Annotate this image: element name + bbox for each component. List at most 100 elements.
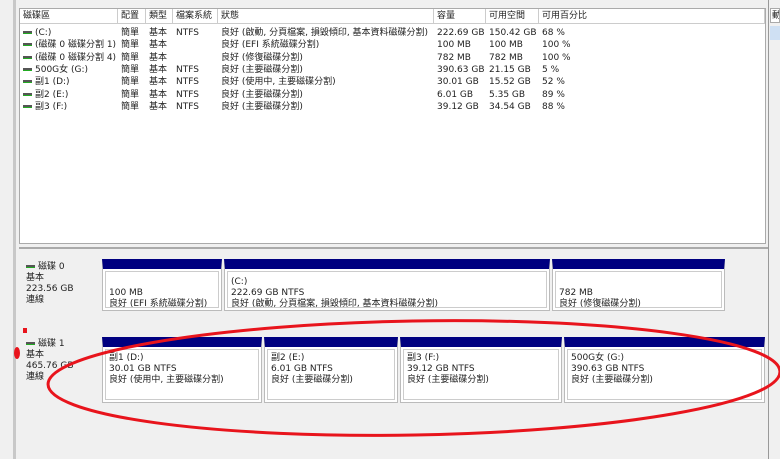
volume-icon xyxy=(23,104,32,108)
col-header-volume[interactable]: 磁碟區 xyxy=(20,9,118,24)
cell-text: (C:) xyxy=(35,28,52,38)
cell-text: 5 % xyxy=(542,64,560,75)
volume-list[interactable]: 磁碟區 配置 類型 檔案系統 狀態 容量 可用空間 可用百分比 (C:) 簡單 基本… xyxy=(19,8,766,244)
disk-type: 基本 xyxy=(26,350,45,360)
cell-text: (磁碟 0 磁碟分割 1) xyxy=(35,40,117,51)
actions-item-selected[interactable] xyxy=(770,26,780,40)
cell-text: 34.54 GB xyxy=(489,101,531,112)
col-header-type[interactable]: 類型 xyxy=(146,9,173,24)
partition-disk1-2[interactable]: 副3 (F:) 39.12 GB NTFS 良好 (主要磁碟分割) xyxy=(400,337,562,403)
col-header-free-percent[interactable]: 可用百分比 xyxy=(539,9,765,24)
actions-pane: 動 xyxy=(770,0,780,459)
partition-disk1-0[interactable]: 副1 (D:) 30.01 GB NTFS 良好 (使用中, 主要磁碟分割) xyxy=(102,337,262,403)
cell-text: 副1 (D:) xyxy=(35,77,70,88)
disk-1-label[interactable]: 磁碟 1 基本 465.76 GB 連線 xyxy=(22,335,100,405)
cell-layout: 簡單 xyxy=(118,52,146,64)
col-header-layout[interactable]: 配置 xyxy=(118,9,146,24)
cell-status: 良好 (主要磁碟分割) xyxy=(218,89,434,101)
partition-disk0-1[interactable]: (C:) 222.69 GB NTFS 良好 (啟動, 分頁檔案, 損毀傾印, 基本… xyxy=(224,259,550,311)
volume-icon xyxy=(23,80,32,84)
col-header-filesystem[interactable]: 檔案系統 xyxy=(173,9,218,24)
cell-text: 88 % xyxy=(542,101,565,112)
cell-capacity: 390.63 GB xyxy=(434,64,486,76)
cell-text: 良好 (主要磁碟分割) xyxy=(221,64,303,75)
col-header-free-space[interactable]: 可用空間 xyxy=(486,9,539,24)
cell-free-space: 34.54 GB xyxy=(486,101,539,113)
partition-disk0-0[interactable]: 100 MB 良好 (EFI 系統磁碟分割) xyxy=(102,259,222,311)
cell-capacity: 222.69 GB xyxy=(434,27,486,39)
volume-row[interactable]: 副1 (D:) 簡單 基本 NTFS 良好 (使用中, 主要磁碟分割) 30.01 GB 1… xyxy=(20,76,765,88)
cell-filesystem: NTFS xyxy=(173,89,218,101)
cell-text: 21.15 GB xyxy=(489,64,531,75)
partition-status: 良好 (啟動, 分頁檔案, 損毀傾印, 基本資料磁碟分割) xyxy=(231,299,439,308)
cell-text: 100 MB xyxy=(437,40,471,51)
cell-capacity: 30.01 GB xyxy=(434,76,486,88)
partition-status: 良好 (修復磁碟分割) xyxy=(559,299,641,308)
cell-free-space: 150.42 GB xyxy=(486,27,539,39)
cell-text: 782 MB xyxy=(489,52,523,63)
volume-row[interactable]: 500G女 (G:) 簡單 基本 NTFS 良好 (主要磁碟分割) 390.63 GB 21… xyxy=(20,64,765,76)
cell-free-percent: 5 % xyxy=(539,64,765,76)
volume-row[interactable]: (C:) 簡單 基本 NTFS 良好 (啟動, 分頁檔案, 損毀傾印, 基本資料磁碟分割… xyxy=(20,27,765,39)
disk-icon xyxy=(26,342,35,345)
cell-text: (磁碟 0 磁碟分割 4) xyxy=(35,52,117,63)
partition-disk1-3[interactable]: 500G女 (G:) 390.63 GB NTFS 良好 (主要磁碟分割) xyxy=(564,337,765,403)
cell-volume: 副2 (E:) xyxy=(20,89,118,101)
cell-text: 副2 (E:) xyxy=(35,89,69,100)
cell-text: 基本 xyxy=(149,52,168,63)
cell-text: 良好 (主要磁碟分割) xyxy=(221,101,303,112)
partition-status: 良好 (主要磁碟分割) xyxy=(407,375,489,385)
disk-0-label[interactable]: 磁碟 0 基本 223.56 GB 連線 xyxy=(22,258,100,330)
cell-text: NTFS xyxy=(176,28,199,38)
cell-status: 良好 (修復磁碟分割) xyxy=(218,52,434,64)
cell-type: 基本 xyxy=(146,101,173,113)
partition-size: 390.63 GB NTFS xyxy=(571,364,645,374)
volume-row[interactable]: (磁碟 0 磁碟分割 1) 簡單 基本 良好 (EFI 系統磁碟分割) 100 MB 10… xyxy=(20,39,765,51)
cell-text: 基本 xyxy=(149,101,168,112)
partition-disk0-2[interactable]: 782 MB 良好 (修復磁碟分割) xyxy=(552,259,725,311)
partition-title: 副3 (F:) xyxy=(407,353,440,363)
disk-icon xyxy=(26,265,35,268)
cell-text: 良好 (主要磁碟分割) xyxy=(221,89,303,100)
col-header-capacity[interactable]: 容量 xyxy=(434,9,486,24)
partition-size: 782 MB xyxy=(559,288,593,298)
partition-status: 良好 (使用中, 主要磁碟分割) xyxy=(109,375,224,385)
cell-text: 222.69 GB xyxy=(437,28,485,38)
cell-capacity: 6.01 GB xyxy=(434,89,486,101)
cell-text: 副3 (F:) xyxy=(35,101,68,112)
volume-row[interactable]: 副2 (E:) 簡單 基本 NTFS 良好 (主要磁碟分割) 6.01 GB 5.35 GB… xyxy=(20,89,765,101)
partition-size: 222.69 GB NTFS xyxy=(231,288,305,298)
partition-size: 30.01 GB NTFS xyxy=(109,364,177,374)
cell-text: 良好 (使用中, 主要磁碟分割) xyxy=(221,77,336,88)
cell-volume: (磁碟 0 磁碟分割 4) xyxy=(20,52,118,64)
cell-volume: 副3 (F:) xyxy=(20,101,118,113)
cell-text: 15.52 GB xyxy=(489,77,531,88)
partition-status: 良好 (主要磁碟分割) xyxy=(571,375,653,385)
cell-text: 500G女 (G:) xyxy=(35,64,89,75)
volume-icon xyxy=(23,55,32,59)
cell-text: 簡單 xyxy=(121,40,140,51)
cell-layout: 簡單 xyxy=(118,76,146,88)
cell-free-percent: 52 % xyxy=(539,76,765,88)
col-header-status[interactable]: 狀態 xyxy=(218,9,434,24)
cell-capacity: 39.12 GB xyxy=(434,101,486,113)
cell-text: 782 MB xyxy=(437,52,471,63)
cell-text: 簡單 xyxy=(121,77,140,88)
volume-icon xyxy=(23,92,32,96)
cell-text: 68 % xyxy=(542,28,565,38)
disk-name: 磁碟 0 xyxy=(38,262,65,272)
cell-free-space: 15.52 GB xyxy=(486,76,539,88)
volume-row[interactable]: 副3 (F:) 簡單 基本 NTFS 良好 (主要磁碟分割) 39.12 GB 34.54 … xyxy=(20,101,765,113)
partition-size: 100 MB xyxy=(109,288,143,298)
volume-row[interactable]: (磁碟 0 磁碟分割 4) 簡單 基本 良好 (修復磁碟分割) 782 MB 782 MB… xyxy=(20,52,765,64)
cell-text: 基本 xyxy=(149,40,168,51)
cell-text: NTFS xyxy=(176,101,199,112)
cell-filesystem: NTFS xyxy=(173,101,218,113)
cell-filesystem: NTFS xyxy=(173,64,218,76)
partition-disk1-1[interactable]: 副2 (E:) 6.01 GB NTFS 良好 (主要磁碟分割) xyxy=(264,337,398,403)
cell-text: 39.12 GB xyxy=(437,101,479,112)
cell-status: 良好 (主要磁碟分割) xyxy=(218,101,434,113)
cell-status: 良好 (主要磁碟分割) xyxy=(218,64,434,76)
cell-text: 150.42 GB xyxy=(489,28,537,38)
disk-name: 磁碟 1 xyxy=(38,339,65,349)
